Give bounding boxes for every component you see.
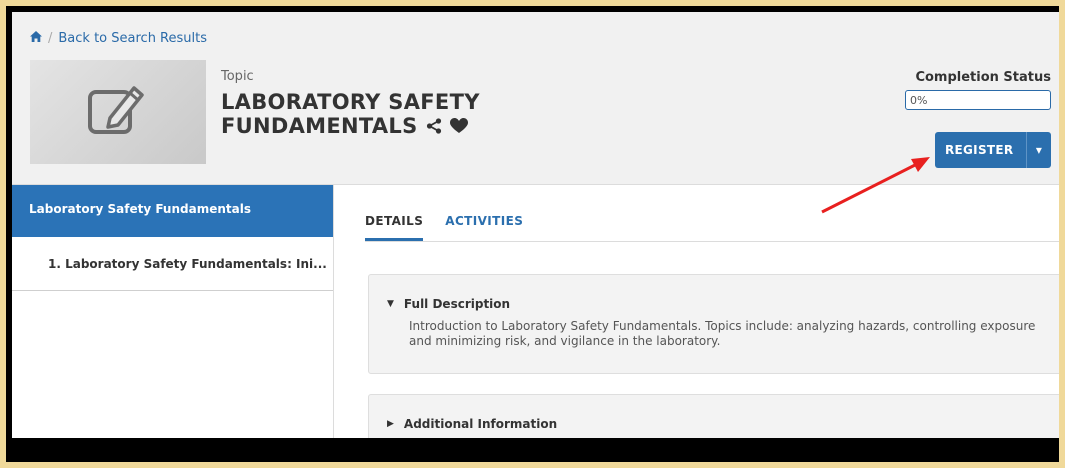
course-header: / Back to Search Results Topic LABORATOR… bbox=[12, 12, 1059, 185]
caret-down-icon: ▼ bbox=[387, 299, 394, 309]
additional-information-panel: ▶ Additional Information bbox=[368, 394, 1059, 438]
sidebar-item-course[interactable]: Laboratory Safety Fundamentals bbox=[12, 185, 333, 237]
tab-details[interactable]: DETAILS bbox=[365, 214, 424, 241]
completion-status-label: Completion Status bbox=[915, 70, 1051, 85]
sidebar-item-module-1[interactable]: 1. Laboratory Safety Fundamentals: Ini..… bbox=[12, 237, 333, 291]
register-label: REGISTER bbox=[945, 143, 1014, 157]
home-icon[interactable] bbox=[30, 31, 42, 46]
chevron-down-icon[interactable]: ▾ bbox=[1026, 132, 1051, 168]
course-title: LABORATORY SAFETY FUNDAMENTALS bbox=[221, 90, 521, 139]
app-window: / Back to Search Results Topic LABORATOR… bbox=[12, 12, 1059, 438]
course-thumbnail bbox=[30, 60, 206, 164]
completion-status-field bbox=[905, 90, 1051, 110]
share-icon[interactable] bbox=[426, 115, 442, 139]
breadcrumb: / Back to Search Results bbox=[30, 31, 207, 46]
additional-information-title: Additional Information bbox=[403, 417, 558, 431]
tab-bar: DETAILS ACTIVITIES bbox=[365, 214, 523, 241]
full-description-title: Full Description bbox=[403, 297, 511, 311]
heart-icon[interactable] bbox=[449, 115, 468, 139]
breadcrumb-separator: / bbox=[48, 31, 53, 46]
sidebar: Laboratory Safety Fundamentals 1. Labora… bbox=[12, 185, 334, 438]
tab-activities[interactable]: ACTIVITIES bbox=[445, 214, 523, 241]
tab-divider bbox=[365, 241, 1059, 242]
back-to-search-link[interactable]: Back to Search Results bbox=[58, 31, 207, 46]
full-description-panel: ▼ Full Description Introduction to Labor… bbox=[368, 274, 1059, 374]
content-type-label: Topic bbox=[221, 69, 254, 84]
caret-right-icon: ▶ bbox=[387, 419, 394, 429]
full-description-toggle[interactable]: ▼ Full Description bbox=[387, 297, 510, 311]
additional-information-toggle[interactable]: ▶ Additional Information bbox=[387, 417, 557, 431]
full-description-text: Introduction to Laboratory Safety Fundam… bbox=[409, 319, 1036, 348]
register-button[interactable]: REGISTER ▾ bbox=[935, 132, 1051, 168]
edit-icon bbox=[86, 82, 150, 142]
